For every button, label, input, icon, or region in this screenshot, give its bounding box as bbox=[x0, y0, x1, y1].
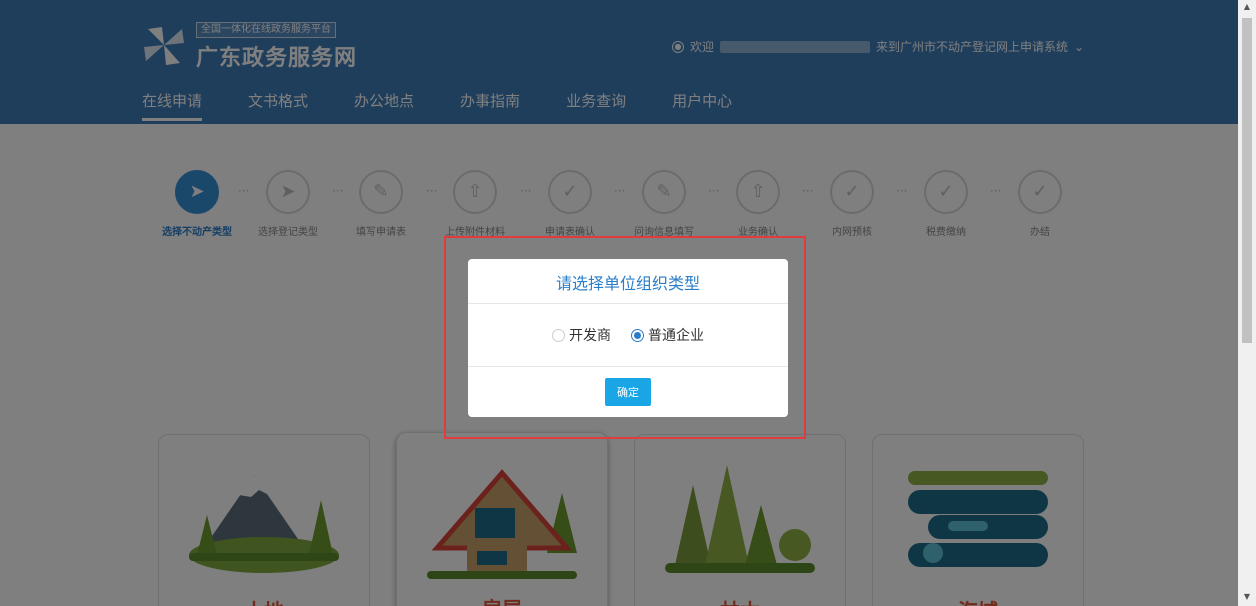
scroll-up-icon[interactable]: ▲ bbox=[1238, 2, 1256, 11]
scrollbar-thumb[interactable] bbox=[1242, 18, 1252, 343]
page: 全国一体化在线政务服务平台 广东政务服务网 ● 欢迎 来到广州市不动产登记网上申… bbox=[0, 0, 1238, 606]
vertical-scrollbar[interactable]: ▲ ▼ bbox=[1238, 0, 1256, 606]
scroll-down-icon[interactable]: ▼ bbox=[1238, 592, 1256, 601]
highlight-box bbox=[444, 236, 806, 439]
